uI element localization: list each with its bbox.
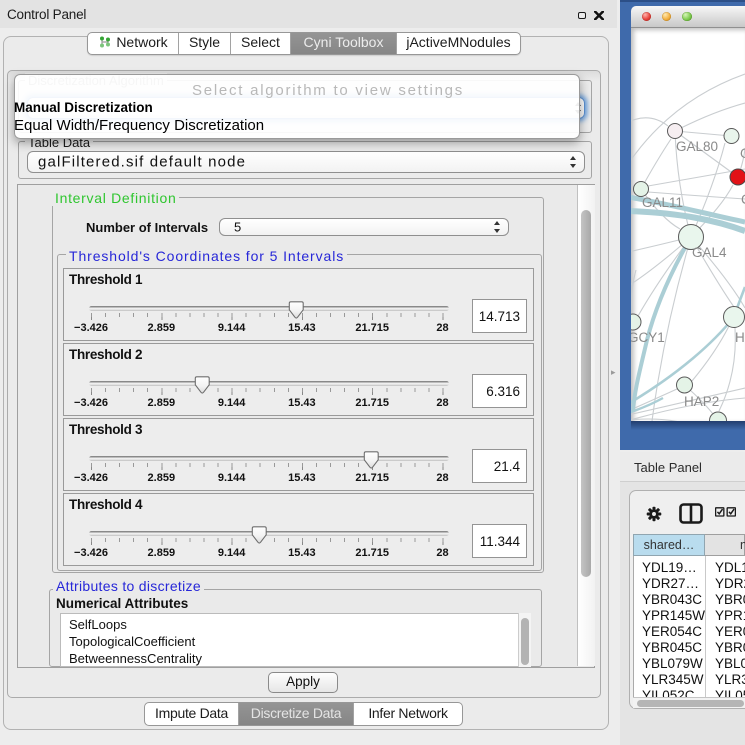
svg-text:GAL11: GAL11 bbox=[642, 195, 683, 210]
svg-text:HAP2: HAP2 bbox=[684, 394, 719, 409]
svg-text:HIS4: HIS4 bbox=[735, 330, 745, 345]
svg-text:GAL3: GAL3 bbox=[740, 146, 745, 161]
svg-text:GCY1: GCY1 bbox=[631, 330, 665, 345]
svg-text:GAL4: GAL4 bbox=[692, 245, 727, 260]
svg-text:CYC8: CYC8 bbox=[741, 192, 745, 207]
svg-text:GAL80: GAL80 bbox=[676, 139, 718, 154]
